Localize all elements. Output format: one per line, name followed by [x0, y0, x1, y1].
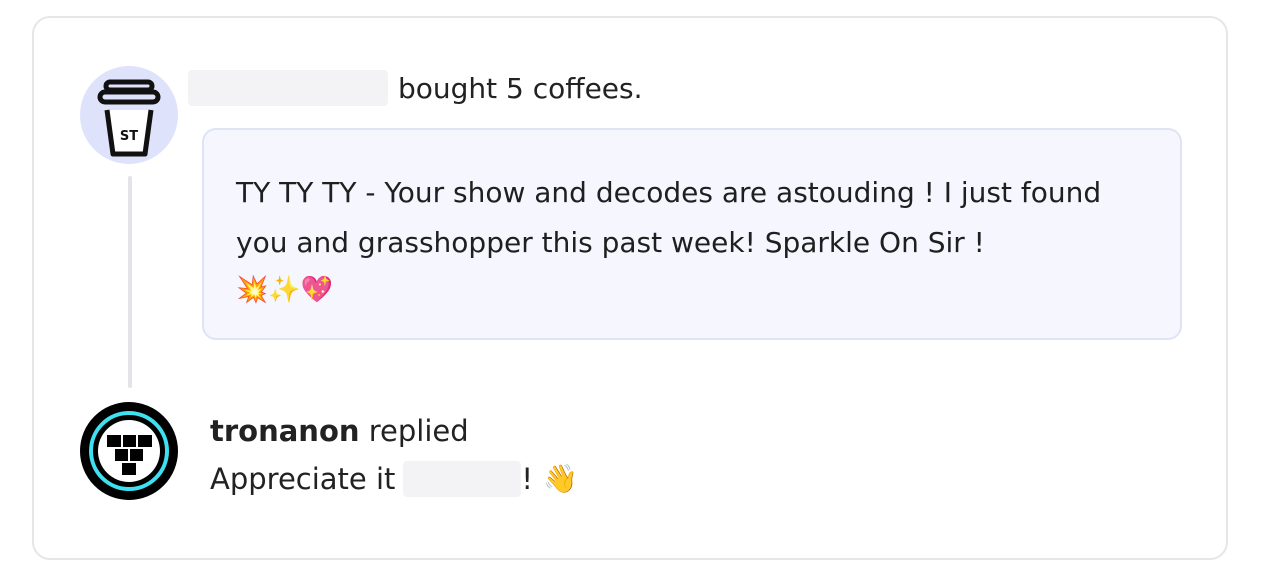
- creator-avatar[interactable]: [80, 402, 178, 500]
- thread-line: [128, 176, 132, 388]
- reply-text-before: Appreciate it: [210, 462, 396, 496]
- supporter-message-emojis: 💥✨💖: [236, 275, 334, 305]
- supporter-summary-text: bought 5 coffees.: [398, 71, 643, 105]
- avatar-initials: ST: [120, 129, 138, 144]
- supporter-avatar[interactable]: ST: [80, 66, 178, 164]
- coffee-cup-icon: ST: [97, 79, 161, 157]
- supporter-summary: bought 5 coffees.: [188, 66, 643, 110]
- reply-text-after: !: [521, 462, 534, 496]
- redacted-supporter-name: [188, 70, 388, 106]
- tron-logo-icon: [89, 411, 169, 491]
- redacted-mention: [403, 461, 522, 497]
- supporter-message-box: TY TY TY - Your show and decodes are ast…: [202, 128, 1182, 340]
- reply-author[interactable]: tronanon: [210, 414, 360, 448]
- reply-message: Appreciate it ! 👋: [210, 458, 578, 500]
- supporter-message: TY TY TY - Your show and decodes are ast…: [236, 168, 1136, 310]
- reply-header: tronanon replied: [210, 410, 469, 452]
- supporter-message-text: TY TY TY - Your show and decodes are ast…: [236, 176, 1102, 259]
- waving-hand-icon: 👋: [543, 462, 578, 495]
- reply-action: replied: [368, 414, 469, 448]
